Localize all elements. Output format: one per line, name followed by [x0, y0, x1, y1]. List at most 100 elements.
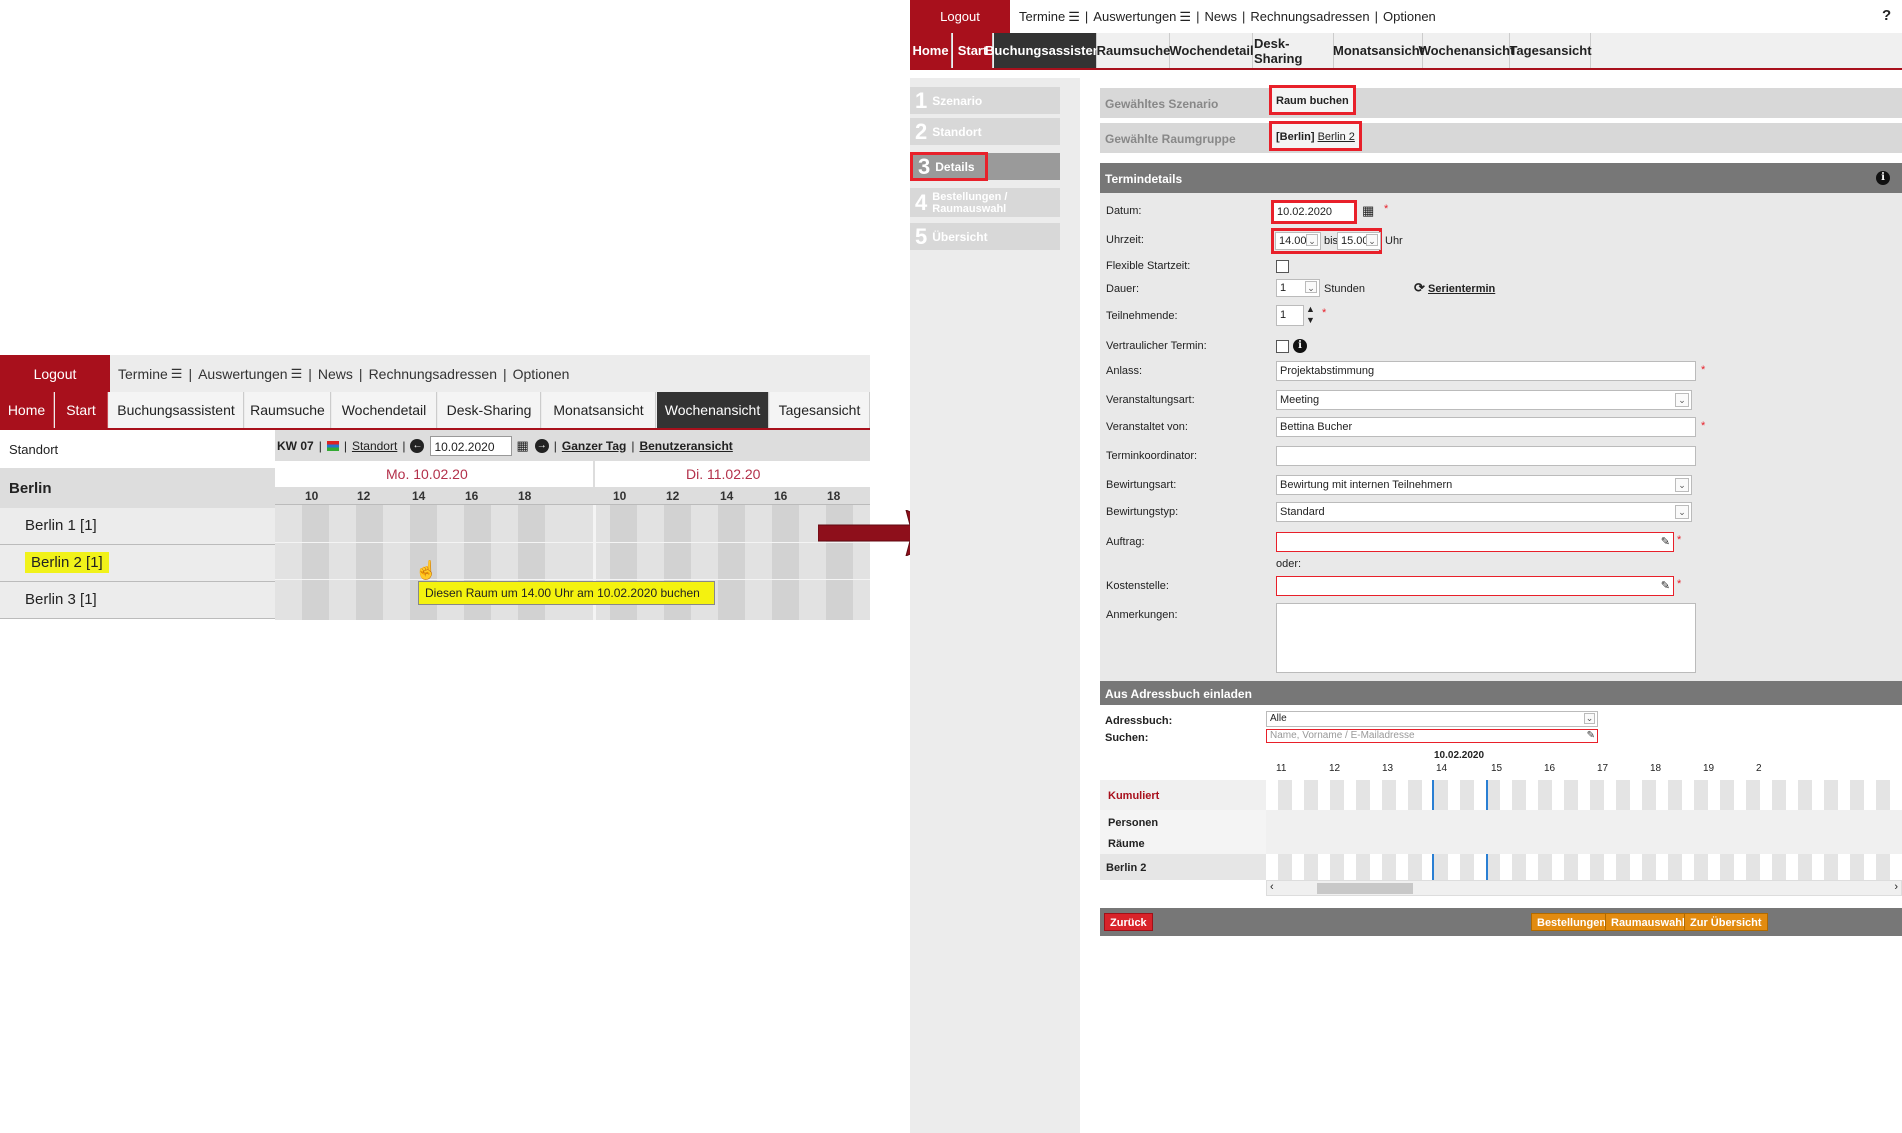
room-name[interactable]: Berlin 3 [1]: [25, 591, 97, 608]
edit-icon[interactable]: ✎: [1587, 730, 1595, 741]
dauer-select[interactable]: 1 ⌄: [1276, 279, 1320, 297]
menu-termine[interactable]: Termine: [118, 366, 168, 382]
step-bestellungen[interactable]: 4 Bestellungen / Raumauswahl: [910, 188, 1060, 217]
tab-tagesansicht[interactable]: Tagesansicht: [770, 392, 870, 428]
time-from-select[interactable]: 14.00 ⌄: [1275, 232, 1321, 250]
calendar-icon[interactable]: ▦: [516, 438, 528, 454]
menu-rechnungsadressen[interactable]: Rechnungsadressen: [1250, 9, 1369, 24]
logout-button[interactable]: Logout: [0, 355, 110, 392]
tab-monatsansicht[interactable]: Monatsansicht: [542, 392, 656, 428]
koordinator-input[interactable]: [1276, 446, 1696, 466]
step-standort[interactable]: 2 Standort: [910, 118, 1060, 145]
room-name[interactable]: Berlin 1 [1]: [25, 517, 97, 534]
step-szenario[interactable]: 1 Szenario: [910, 87, 1060, 114]
scroll-right-icon[interactable]: ›: [1894, 881, 1898, 893]
vertraulich-checkbox[interactable]: [1276, 340, 1289, 353]
serientermin-link[interactable]: Serientermin: [1428, 283, 1495, 295]
user-view-link[interactable]: Benutzeransicht: [639, 439, 732, 453]
logout-button[interactable]: Logout: [910, 0, 1010, 33]
tab-desk-sharing[interactable]: Desk-Sharing: [438, 392, 541, 428]
repeat-icon[interactable]: ⟳: [1414, 280, 1425, 296]
edit-icon[interactable]: ✎: [1661, 535, 1670, 548]
menu-optionen[interactable]: Optionen: [1383, 9, 1436, 24]
anlass-input[interactable]: Projektabstimmung: [1276, 361, 1696, 381]
standort-link[interactable]: Standort: [352, 439, 397, 453]
kostenstelle-input[interactable]: ✎: [1276, 576, 1674, 596]
menu-optionen[interactable]: Optionen: [513, 366, 570, 382]
hour-scale: 10 12 14 16 18 10 12 14 16 18: [275, 487, 870, 505]
menu-news[interactable]: News: [318, 366, 353, 382]
info-icon[interactable]: i: [1293, 339, 1307, 353]
whole-day-link[interactable]: Ganzer Tag: [562, 439, 626, 453]
menu-icon[interactable]: ☰: [1068, 9, 1080, 25]
veranstaltungsart-select[interactable]: Meeting ⌄: [1276, 390, 1692, 410]
orders-button[interactable]: Bestellungen: [1531, 913, 1613, 931]
tab-tagesansicht[interactable]: Tagesansicht: [1509, 33, 1592, 68]
anmerkungen-label: Anmerkungen:: [1106, 609, 1178, 621]
room-name[interactable]: Berlin 2 [1]: [25, 552, 109, 573]
info-icon[interactable]: i: [1876, 171, 1890, 185]
tab-raumsuche[interactable]: Raumsuche: [245, 392, 331, 428]
tab-wochenansicht[interactable]: Wochenansicht: [657, 392, 769, 428]
timeline-track[interactable]: [1266, 780, 1902, 810]
bewirtungsart-select[interactable]: Bewirtung mit internen Teilnehmern ⌄: [1276, 475, 1692, 495]
hour-label: 16: [465, 489, 479, 503]
search-input[interactable]: Name, Vorname / E-Mailadresse ✎: [1266, 729, 1598, 743]
tab-wochenansicht[interactable]: Wochenansicht: [1419, 33, 1514, 68]
bewirtungstyp-select[interactable]: Standard ⌄: [1276, 502, 1692, 522]
tab-raumsuche[interactable]: Raumsuche: [1097, 33, 1170, 68]
step-details[interactable]: 3 Details: [910, 152, 1060, 181]
room-select-button[interactable]: Raumauswahl: [1605, 913, 1691, 931]
tab-buchungsassistent[interactable]: Buchungsassistent: [985, 33, 1105, 68]
edit-icon[interactable]: ✎: [1661, 579, 1670, 592]
tab-wochendetail[interactable]: Wochendetail: [332, 392, 437, 428]
prev-arrow-icon[interactable]: ←: [410, 438, 425, 453]
room-row[interactable]: Berlin 3 [1]: [0, 582, 275, 619]
room-row[interactable]: Berlin 1 [1]: [0, 508, 275, 545]
timeline-scrollbar[interactable]: ‹ ›: [1266, 880, 1902, 896]
location-group-berlin[interactable]: Berlin: [0, 468, 275, 508]
menu-auswertungen[interactable]: Auswertungen: [198, 366, 288, 382]
stepper-up-icon[interactable]: ▲: [1306, 304, 1315, 314]
time-to-select[interactable]: 15.00 ⌄: [1337, 232, 1381, 250]
tab-monatsansicht[interactable]: Monatsansicht: [1333, 33, 1424, 68]
menu-icon[interactable]: ☰: [291, 366, 303, 382]
menu-termine[interactable]: Termine: [1019, 9, 1065, 24]
tab-buchungsassistent[interactable]: Buchungsassistent: [109, 392, 244, 428]
tab-home[interactable]: Home: [0, 392, 54, 428]
menu-icon[interactable]: ☰: [171, 366, 183, 382]
menu-auswertungen[interactable]: Auswertungen: [1093, 9, 1176, 24]
bewirtungstyp-label: Bewirtungstyp:: [1106, 506, 1179, 518]
tab-wochendetail[interactable]: Wochendetail: [1169, 33, 1254, 68]
menu-icon[interactable]: ☰: [1179, 9, 1191, 25]
timeline-row: Berlin 2: [1100, 854, 1902, 880]
scroll-left-icon[interactable]: ‹: [1270, 881, 1274, 893]
calendar-icon[interactable]: ▦: [1362, 203, 1374, 219]
anmerkungen-textarea[interactable]: [1276, 603, 1696, 673]
next-arrow-icon[interactable]: →: [534, 438, 549, 453]
hour-label: 10: [613, 489, 627, 503]
teilnehmende-input[interactable]: 1: [1276, 305, 1304, 326]
veranstaltet-input[interactable]: Bettina Bucher: [1276, 417, 1696, 437]
auftrag-input[interactable]: ✎: [1276, 532, 1674, 552]
help-icon[interactable]: ?: [1882, 7, 1900, 25]
menu-rechnungsadressen[interactable]: Rechnungsadressen: [369, 366, 497, 382]
roomgroup-link[interactable]: Berlin 2: [1318, 131, 1355, 143]
addressbook-select[interactable]: Alle ⌄: [1266, 711, 1598, 727]
datum-input[interactable]: 10.02.2020: [1271, 200, 1357, 224]
tab-start[interactable]: Start: [55, 392, 108, 428]
flex-start-label: Flexible Startzeit:: [1106, 260, 1191, 272]
flex-start-checkbox[interactable]: [1276, 260, 1289, 273]
tab-home[interactable]: Home: [910, 33, 952, 68]
step-uebersicht[interactable]: 5 Übersicht: [910, 223, 1060, 250]
menu-news[interactable]: News: [1204, 9, 1237, 24]
overview-button[interactable]: Zur Übersicht: [1684, 913, 1768, 931]
scroll-thumb[interactable]: [1317, 883, 1413, 894]
room-row-selected[interactable]: Berlin 2 [1]: [0, 545, 275, 582]
color-legend-icon[interactable]: [326, 440, 339, 451]
timeline-track[interactable]: [1266, 854, 1902, 880]
tab-desk-sharing[interactable]: Desk-Sharing: [1254, 33, 1334, 68]
date-input[interactable]: 10.02.2020: [430, 435, 513, 456]
back-button[interactable]: Zurück: [1104, 913, 1153, 931]
stepper-down-icon[interactable]: ▼: [1306, 315, 1315, 325]
